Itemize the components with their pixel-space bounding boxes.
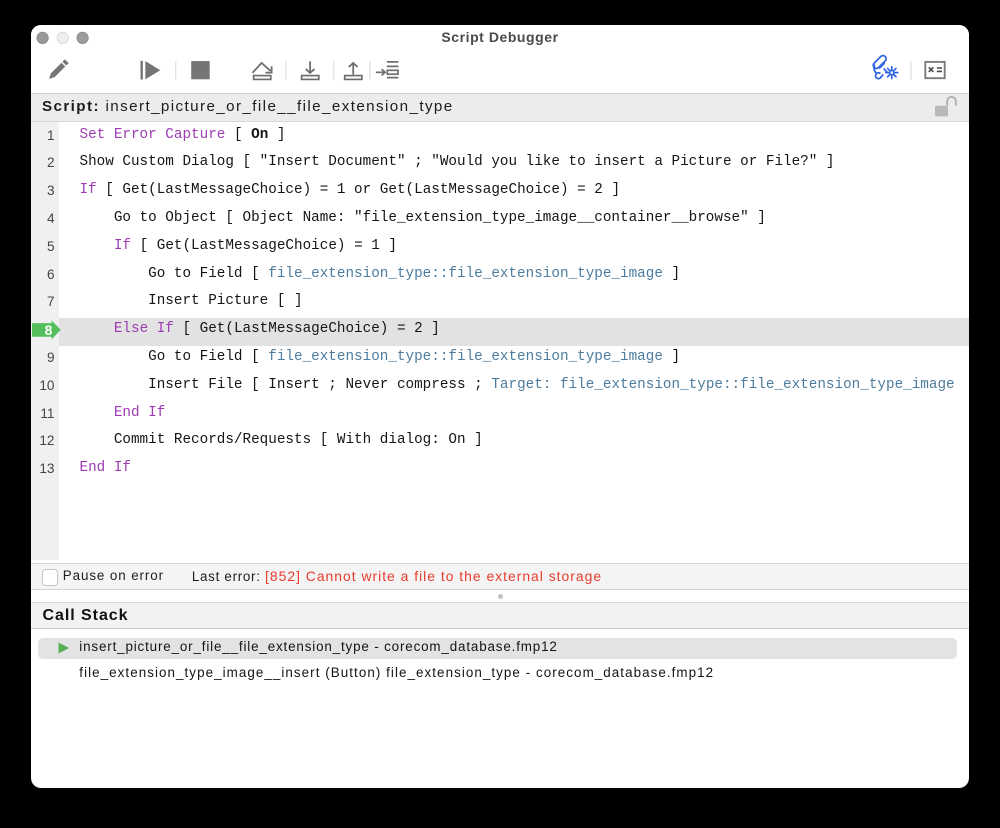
svg-text:8: 8 — [45, 322, 53, 338]
